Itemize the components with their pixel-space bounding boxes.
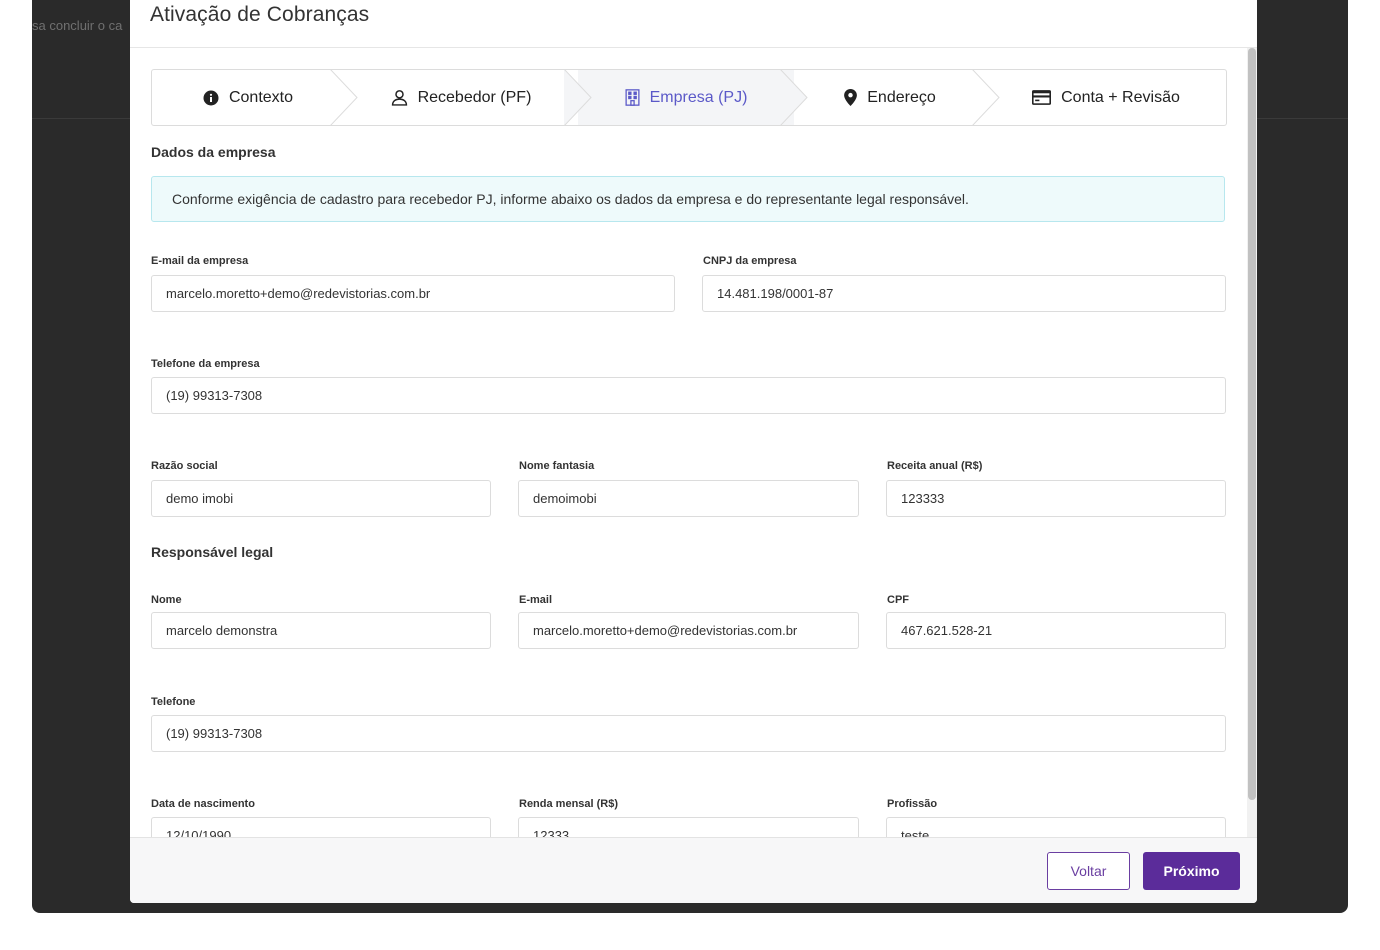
- activation-modal: Ativação de Cobranças Contexto Recebedor…: [130, 0, 1257, 903]
- legal-phone-input[interactable]: (19) 99313-7308: [151, 715, 1226, 752]
- birth-date-input[interactable]: 12/10/1990: [151, 817, 491, 837]
- receita-anual-label: Receita anual (R$): [887, 460, 983, 472]
- company-email-input[interactable]: marcelo.moretto+demo@redevistorias.com.b…: [151, 275, 675, 312]
- step-separator: [972, 70, 1000, 125]
- razao-social-input[interactable]: demo imobi: [151, 480, 491, 517]
- step-recebedor-pf[interactable]: Recebedor (PF): [344, 70, 592, 125]
- modal-title: Ativação de Cobranças: [150, 3, 370, 26]
- legal-email-label: E-mail: [519, 594, 553, 606]
- step-empresa-pj[interactable]: Empresa (PJ): [578, 70, 808, 125]
- legal-name-label: Nome: [151, 594, 182, 606]
- scrollbar-thumb[interactable]: [1248, 48, 1256, 800]
- step-label: Contexto: [228, 88, 294, 106]
- company-phone-input[interactable]: (19) 99313-7308: [151, 377, 1226, 414]
- step-separator: [780, 70, 808, 125]
- birth-date-label: Data de nascimento: [151, 798, 255, 810]
- nome-fantasia-label: Nome fantasia: [519, 460, 595, 472]
- wizard-steps: Contexto Recebedor (PF) Empresa (PJ) End…: [151, 69, 1227, 126]
- profession-label: Profissão: [887, 798, 938, 810]
- step-separator: [564, 70, 592, 125]
- info-circle-icon: [203, 90, 219, 106]
- step-endereco[interactable]: Endereço: [794, 70, 1000, 125]
- step-label: Recebedor (PF): [417, 88, 532, 106]
- credit-card-icon: [1032, 90, 1052, 105]
- legal-email-input[interactable]: marcelo.moretto+demo@redevistorias.com.b…: [518, 612, 859, 649]
- step-conta-revisao[interactable]: Conta + Revisão: [986, 70, 1226, 125]
- monthly-income-input[interactable]: 12333: [518, 817, 859, 837]
- company-section-title: Dados da empresa: [151, 144, 276, 160]
- modal-body[interactable]: Contexto Recebedor (PF) Empresa (PJ) End…: [130, 48, 1257, 837]
- razao-social-label: Razão social: [151, 460, 218, 472]
- modal-header: Ativação de Cobranças: [130, 0, 1257, 48]
- map-pin-icon: [844, 89, 858, 106]
- legal-section-title: Responsável legal: [151, 544, 274, 560]
- legal-name-input[interactable]: marcelo demonstra: [151, 612, 491, 649]
- company-email-label: E-mail da empresa: [151, 255, 249, 267]
- profession-input[interactable]: teste: [886, 817, 1226, 837]
- next-button[interactable]: Próximo: [1143, 852, 1240, 890]
- nome-fantasia-input[interactable]: demoimobi: [518, 480, 859, 517]
- receita-anual-input[interactable]: 123333: [886, 480, 1226, 517]
- cnpj-label: CNPJ da empresa: [703, 255, 797, 267]
- legal-phone-label: Telefone: [151, 696, 196, 708]
- birth-date-value: 12/10/1990: [166, 828, 232, 837]
- step-label: Conta + Revisão: [1061, 88, 1180, 106]
- building-icon: [625, 89, 640, 106]
- background-page-text: sa concluir o ca: [32, 18, 123, 33]
- monthly-income-label: Renda mensal (R$): [519, 798, 619, 810]
- step-separator: [330, 70, 358, 125]
- cpf-input[interactable]: 467.621.528-21: [886, 612, 1226, 649]
- modal-footer: Voltar Próximo: [130, 837, 1257, 903]
- back-button[interactable]: Voltar: [1047, 852, 1130, 890]
- step-contexto[interactable]: Contexto: [152, 70, 358, 125]
- cnpj-input[interactable]: 14.481.198/0001-87: [702, 275, 1226, 312]
- calendar-icon[interactable]: [462, 830, 474, 837]
- cpf-label: CPF: [887, 594, 909, 606]
- user-icon: [391, 89, 408, 106]
- company-phone-label: Telefone da empresa: [151, 358, 260, 370]
- step-label: Endereço: [867, 88, 936, 106]
- step-label: Empresa (PJ): [649, 88, 748, 106]
- info-alert: Conforme exigência de cadastro para rece…: [151, 176, 1225, 222]
